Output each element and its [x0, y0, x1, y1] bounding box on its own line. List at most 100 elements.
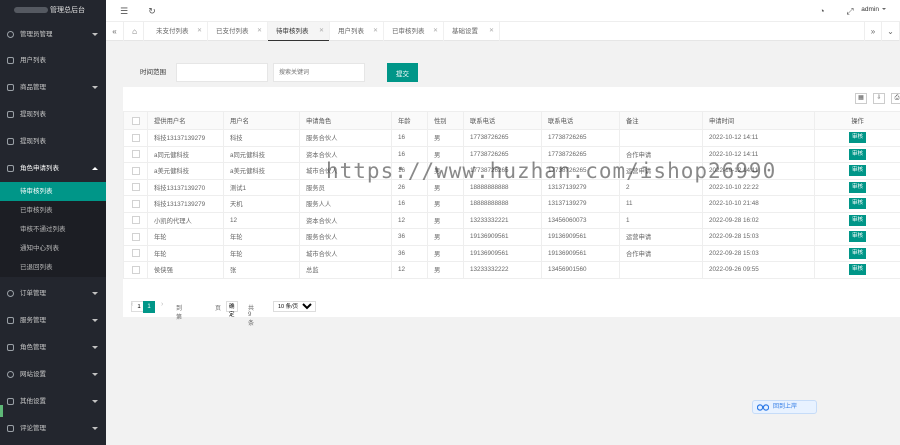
current-page[interactable]: 1: [143, 301, 155, 313]
table-cell: 合作申请: [619, 244, 703, 262]
checkbox[interactable]: [131, 249, 140, 258]
row-select-cell[interactable]: [123, 162, 148, 180]
review-button[interactable]: 审核: [849, 148, 866, 160]
sidebar-item-admin[interactable]: 管理员管理: [0, 22, 106, 47]
sidebar-item-users[interactable]: 用户列表: [0, 47, 106, 74]
menu-toggle-icon[interactable]: ☰: [118, 5, 130, 17]
page-size-select[interactable]: 10 条/页: [273, 301, 316, 312]
table-cell: 36: [391, 244, 428, 262]
close-icon[interactable]: ✕: [433, 22, 438, 41]
goto-confirm-button[interactable]: 确定: [226, 301, 238, 318]
checkbox[interactable]: [131, 150, 140, 159]
table-cell: 年轮: [223, 244, 300, 262]
row-select-cell[interactable]: [123, 178, 148, 196]
sidebar-marker: [0, 405, 3, 417]
row-select-cell[interactable]: [123, 228, 148, 246]
checkbox[interactable]: [131, 216, 140, 225]
sidebar-item-goods[interactable]: 商品管理: [0, 74, 106, 101]
prev-page-icon[interactable]: ‹: [131, 301, 133, 308]
checkbox[interactable]: [131, 265, 140, 274]
col-header[interactable]: 联系电话: [463, 111, 542, 130]
columns-icon[interactable]: ▦: [855, 93, 867, 104]
close-icon[interactable]: ✕: [319, 22, 324, 41]
checkbox[interactable]: [131, 133, 140, 142]
table-cell: 男: [427, 145, 464, 163]
submenu-item-notify[interactable]: 通知中心列表: [0, 239, 106, 258]
review-button[interactable]: 审核: [849, 181, 866, 193]
sidebar-item-role-apply[interactable]: 角色申请列表: [0, 155, 106, 182]
tab-approved[interactable]: 已审核列表 ✕: [384, 22, 444, 41]
fullscreen-icon[interactable]: ⤢: [844, 5, 856, 17]
sidebar-item-other[interactable]: 其他设置: [0, 388, 106, 415]
col-header[interactable]: 提供用户名: [147, 111, 224, 130]
col-header[interactable]: 年龄: [391, 111, 428, 130]
row-select-cell[interactable]: [123, 261, 148, 279]
sidebar-item-comments[interactable]: 评论管理: [0, 415, 106, 442]
top-header: ☰ ↻ ◔ ⤢ admin: [106, 0, 900, 22]
sidebar-item-website[interactable]: 网站设置: [0, 361, 106, 388]
sidebar-item-roles[interactable]: 角色管理: [0, 334, 106, 361]
checkbox[interactable]: [131, 232, 140, 241]
checkbox[interactable]: [131, 166, 140, 175]
col-header[interactable]: 性别: [427, 111, 464, 130]
row-select-cell[interactable]: [123, 195, 148, 213]
tabs-prev-icon[interactable]: «: [106, 22, 124, 41]
table-cell: 18888888888: [463, 178, 542, 196]
close-icon[interactable]: ✕: [257, 22, 262, 41]
print-icon[interactable]: ⎙: [891, 93, 900, 104]
checkbox[interactable]: [131, 199, 140, 208]
keyword-input[interactable]: [273, 63, 365, 82]
date-range-input[interactable]: [176, 63, 268, 82]
checkbox[interactable]: [131, 116, 140, 125]
submenu-item-returned[interactable]: 已退回列表: [0, 258, 106, 277]
table-card: ▦ ⇩ ⎙ 提供用户名 用户名 申请角色 年龄 性别 联系电话 联系电话 备注 …: [123, 87, 900, 327]
theme-icon[interactable]: ◔: [816, 5, 828, 17]
tab-unpaid[interactable]: 未支付列表 ✕: [148, 22, 208, 41]
sidebar-item-withdraw-2[interactable]: 提现列表: [0, 128, 106, 155]
next-page-icon[interactable]: ›: [161, 301, 163, 308]
home-icon[interactable]: ⌂: [126, 22, 144, 41]
review-button[interactable]: 审核: [849, 264, 866, 276]
tabs-menu-icon[interactable]: ⌄: [882, 22, 900, 41]
review-button[interactable]: 审核: [849, 247, 866, 259]
export-icon[interactable]: ⇩: [873, 93, 885, 104]
float-action-button[interactable]: 回到上岸: [752, 400, 817, 414]
review-button[interactable]: 审核: [849, 132, 866, 144]
col-header[interactable]: 用户名: [223, 111, 300, 130]
table-cell: 12: [391, 211, 428, 229]
review-button[interactable]: 审核: [849, 214, 866, 226]
row-select-cell[interactable]: [123, 145, 148, 163]
review-button[interactable]: 审核: [849, 231, 866, 243]
row-select-cell[interactable]: [123, 129, 148, 147]
tab-paid[interactable]: 已支付列表 ✕: [208, 22, 268, 41]
col-header[interactable]: 申请角色: [299, 111, 392, 130]
submenu-item-rejected[interactable]: 审核不通过列表: [0, 220, 106, 239]
submenu-item-approved[interactable]: 已审核列表: [0, 201, 106, 220]
review-button[interactable]: 审核: [849, 165, 866, 177]
tab-settings[interactable]: 基础设置 ✕: [444, 22, 500, 41]
tabs-next-icon[interactable]: »: [864, 22, 882, 41]
tab-pending[interactable]: 待审核列表 ✕: [268, 22, 330, 41]
chevron-down-icon: [92, 86, 98, 89]
close-icon[interactable]: ✕: [489, 22, 494, 41]
row-select-cell[interactable]: [123, 211, 148, 229]
refresh-icon[interactable]: ↻: [146, 5, 158, 17]
submit-button[interactable]: 提交: [387, 63, 418, 82]
sidebar-item-orders[interactable]: 订单管理: [0, 280, 106, 307]
col-header[interactable]: 申请时间: [702, 111, 815, 130]
close-icon[interactable]: ✕: [197, 22, 202, 41]
admin-menu[interactable]: admin: [861, 6, 886, 13]
close-icon[interactable]: ✕: [373, 22, 378, 41]
col-header[interactable]: 联系电话: [541, 111, 620, 130]
table-row: 科技13137139279 天机 服务人人 16 男 18888888888 1313713…: [123, 195, 900, 213]
sidebar-item-withdraw[interactable]: 提现列表: [0, 101, 106, 128]
col-header[interactable]: 备注: [619, 111, 703, 130]
tab-users[interactable]: 用户列表 ✕: [330, 22, 384, 41]
sidebar-item-services[interactable]: 服务管理: [0, 307, 106, 334]
review-button[interactable]: 审核: [849, 198, 866, 210]
submenu-item-pending[interactable]: 待审核列表: [0, 182, 106, 201]
checkbox[interactable]: [131, 183, 140, 192]
service-icon: [7, 317, 14, 324]
row-select-cell[interactable]: [123, 244, 148, 262]
select-all-checkbox[interactable]: [123, 111, 148, 130]
